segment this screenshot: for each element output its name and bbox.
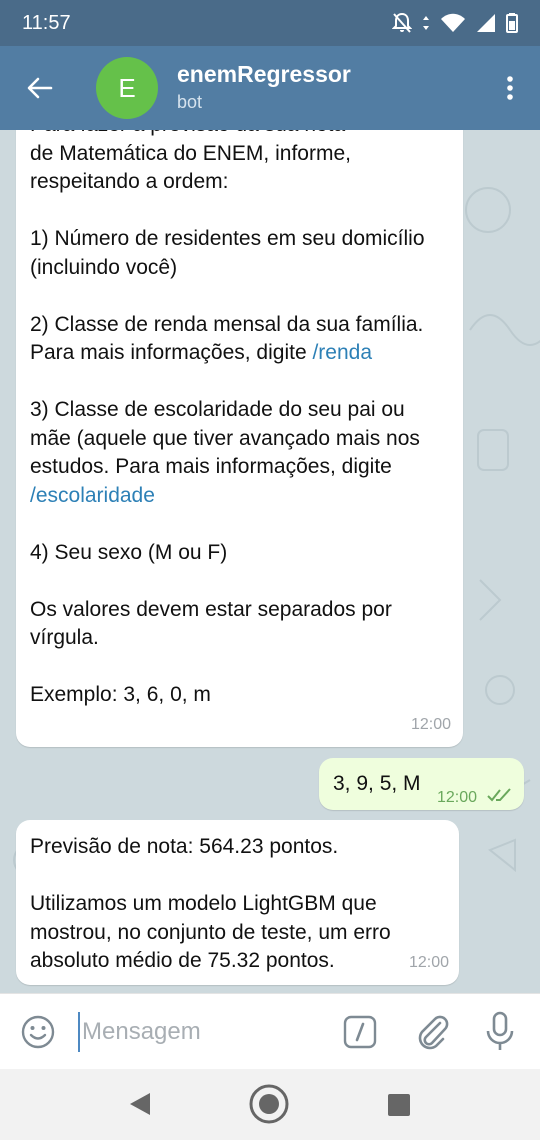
chat-header: E enemRegressor bot	[0, 46, 540, 130]
message-text: 3) Classe de escolaridade do seu pai ou …	[30, 396, 449, 510]
message-text: 2) Classe de renda mensal da sua família…	[30, 311, 449, 368]
signal-icon	[477, 14, 495, 32]
incoming-message[interactable]: Para fazer a previsão da sua nota de Mat…	[16, 130, 463, 747]
wifi-icon	[441, 13, 465, 32]
chat-subtitle: bot	[177, 92, 203, 112]
battery-icon	[506, 13, 518, 33]
back-arrow-icon	[27, 77, 53, 99]
read-checkmarks-icon	[487, 788, 511, 802]
bot-command-icon	[343, 1015, 377, 1049]
notifications-off-icon	[392, 12, 412, 33]
voice-message-button[interactable]	[484, 1011, 516, 1058]
message-text-part: 3) Classe de escolaridade do seu pai ou …	[30, 398, 420, 478]
status-icons	[392, 12, 518, 34]
message-text: 4) Seu sexo (M ou F)	[30, 540, 228, 564]
message-input[interactable]	[78, 1012, 328, 1052]
status-bar: 11:57	[0, 0, 540, 46]
message-text: 3, 9, 5, M	[333, 772, 421, 795]
message-text: Previsão de nota: 564.23 pontos.	[30, 835, 339, 858]
message-time: 12:00	[408, 953, 449, 971]
message-text: Exemplo: 3, 6, 0, m	[30, 683, 211, 706]
chat-title-area[interactable]: enemRegressor bot	[177, 60, 351, 116]
more-vert-icon	[507, 76, 513, 100]
message-text: Para fazer a previsão da sua nota	[30, 130, 449, 140]
triangle-back-icon	[130, 1093, 150, 1115]
message-text: 1) Número de residentes em seu domicílio…	[30, 227, 425, 279]
message-time: 12:00	[410, 715, 451, 733]
system-recents-button[interactable]	[387, 1093, 411, 1122]
emoji-icon	[21, 1015, 55, 1049]
renda-command-link[interactable]: /renda	[312, 341, 372, 364]
data-arrows-icon	[423, 16, 429, 30]
system-home-button[interactable]	[248, 1083, 290, 1130]
message-composer	[0, 993, 540, 1069]
home-circle-icon	[249, 1084, 289, 1124]
bot-command-button[interactable]	[343, 1015, 377, 1054]
more-options-button[interactable]	[480, 46, 540, 130]
chat-title: enemRegressor	[177, 61, 351, 87]
attach-icon	[418, 1015, 449, 1050]
message-time: 12:00	[437, 789, 478, 806]
message-text: Os valores devem estar separados por vír…	[30, 597, 392, 650]
message-text: de Matemática do ENEM, informe, respeita…	[30, 141, 351, 194]
system-navigation-bar	[0, 1069, 540, 1140]
chat-area[interactable]: Para fazer a previsão da sua nota de Mat…	[0, 130, 540, 993]
back-button[interactable]	[0, 46, 80, 130]
attach-button[interactable]	[412, 1011, 452, 1056]
message-text: Utilizamos um modelo LightGBM que mostro…	[30, 892, 391, 972]
outgoing-message[interactable]: 3, 9, 5, M 12:00	[319, 758, 524, 810]
mic-icon	[486, 1011, 514, 1050]
escolaridade-command-link[interactable]: /escolaridade	[30, 484, 155, 507]
system-back-button[interactable]	[128, 1091, 152, 1122]
avatar[interactable]: E	[96, 57, 158, 119]
status-time: 11:57	[22, 11, 71, 34]
square-recents-icon	[388, 1094, 410, 1116]
emoji-button[interactable]	[20, 1014, 56, 1055]
incoming-message[interactable]: Previsão de nota: 564.23 pontos. Utiliza…	[16, 820, 459, 985]
